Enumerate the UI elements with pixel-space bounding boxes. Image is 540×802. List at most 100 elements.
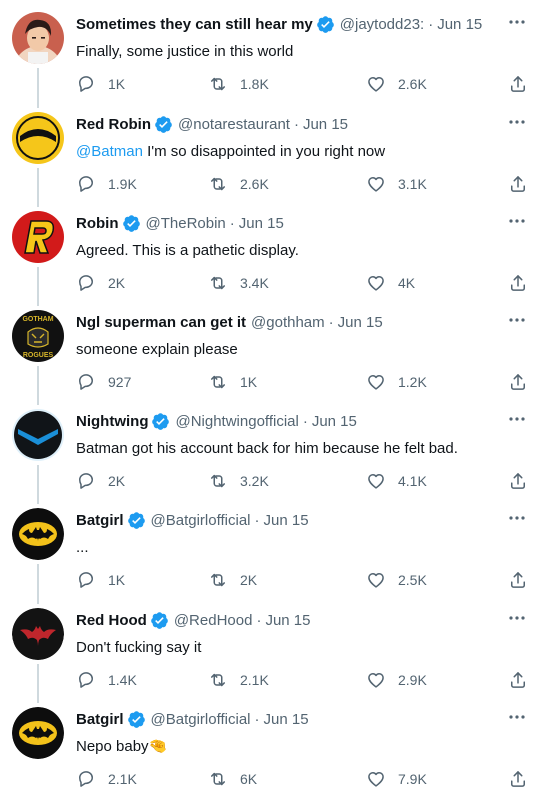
- retweet-icon: [208, 74, 240, 94]
- tweet-timestamp[interactable]: Jun 15: [437, 16, 482, 33]
- user-handle[interactable]: @RedHood: [174, 612, 253, 629]
- display-name[interactable]: Red Hood: [76, 612, 147, 629]
- display-name[interactable]: Ngl superman can get it: [76, 314, 246, 331]
- red-robin-avatar[interactable]: [12, 112, 64, 164]
- verified-badge-icon: [127, 511, 146, 530]
- user-handle[interactable]: @Batgirlofficial: [151, 512, 251, 529]
- display-name[interactable]: Robin: [76, 215, 119, 232]
- tweet[interactable]: Sometimes they can still hear my @jaytod…: [0, 0, 540, 99]
- retweet-button[interactable]: 6K: [208, 769, 257, 789]
- retweet-button[interactable]: 1K: [208, 372, 257, 392]
- reply-button[interactable]: 1K: [76, 570, 125, 590]
- robin-avatar[interactable]: [12, 211, 64, 263]
- user-handle[interactable]: @TheRobin: [146, 215, 226, 232]
- tweet-timestamp[interactable]: Jun 15: [338, 314, 383, 331]
- tweet[interactable]: Batgirl @Batgirlofficial · Jun 15 Nepo b…: [0, 695, 540, 794]
- like-button[interactable]: 1.2K: [366, 372, 427, 392]
- share-button[interactable]: [508, 174, 528, 194]
- retweet-button[interactable]: 2.6K: [208, 174, 269, 194]
- reply-button[interactable]: 927: [76, 372, 131, 392]
- retweet-button[interactable]: 3.4K: [208, 273, 269, 293]
- share-button[interactable]: [508, 769, 528, 789]
- share-button[interactable]: [508, 570, 528, 590]
- display-name[interactable]: Batgirl: [76, 512, 124, 529]
- reply-button[interactable]: 2.1K: [76, 769, 137, 789]
- batgirl-avatar[interactable]: [12, 707, 64, 759]
- reply-count: 1K: [108, 572, 126, 588]
- tweet-timestamp[interactable]: Jun 15: [265, 612, 310, 629]
- tweet-header: Batgirl @Batgirlofficial · Jun 15: [76, 709, 496, 729]
- like-button[interactable]: 4.1K: [366, 471, 427, 491]
- more-options-icon[interactable]: [508, 114, 526, 130]
- tweet[interactable]: Robin @TheRobin · Jun 15 Agreed. This is…: [0, 199, 540, 298]
- tweet-actions: 2.1K 6K 7.9K: [76, 769, 528, 791]
- more-options-icon[interactable]: [508, 213, 526, 229]
- tweet-header: Sometimes they can still hear my @jaytod…: [76, 14, 496, 34]
- jay-todd-avatar[interactable]: [12, 12, 64, 64]
- tweet-timestamp[interactable]: Jun 15: [312, 413, 357, 430]
- tweet-timestamp[interactable]: Jun 15: [303, 116, 348, 133]
- more-options-icon[interactable]: [508, 411, 526, 427]
- user-handle[interactable]: @jaytodd23:: [340, 16, 424, 33]
- tweet-timestamp[interactable]: Jun 15: [264, 711, 309, 728]
- tweet-timestamp[interactable]: Jun 15: [239, 215, 284, 232]
- nightwing-avatar[interactable]: [12, 409, 64, 461]
- tweet-text: Nepo baby🤏: [76, 738, 168, 755]
- gotham-rogues-avatar[interactable]: GOTHAM ROGUES: [12, 310, 64, 362]
- tweet[interactable]: Batgirl @Batgirlofficial · Jun 15 ... 1K…: [0, 496, 540, 595]
- display-name[interactable]: Nightwing: [76, 413, 148, 430]
- tweet-text: Batman got his account back for him beca…: [76, 440, 458, 457]
- display-name[interactable]: Sometimes they can still hear my: [76, 16, 313, 33]
- share-button[interactable]: [508, 670, 528, 690]
- user-handle[interactable]: @gothham: [251, 314, 325, 331]
- reply-icon: [76, 74, 108, 94]
- retweet-button[interactable]: 1.8K: [208, 74, 269, 94]
- user-handle[interactable]: @Nightwingofficial: [175, 413, 298, 430]
- share-button[interactable]: [508, 273, 528, 293]
- retweet-button[interactable]: 3.2K: [208, 471, 269, 491]
- tweet-text: ...: [76, 539, 89, 556]
- like-button[interactable]: 4K: [366, 273, 415, 293]
- like-button[interactable]: 2.6K: [366, 74, 427, 94]
- reply-button[interactable]: 2K: [76, 273, 125, 293]
- share-button[interactable]: [508, 471, 528, 491]
- reply-count: 1.9K: [108, 176, 137, 192]
- reply-button[interactable]: 1K: [76, 74, 125, 94]
- verified-badge-icon: [151, 412, 170, 431]
- red-hood-avatar[interactable]: [12, 608, 64, 660]
- more-options-icon[interactable]: [508, 312, 526, 328]
- reply-button[interactable]: 1.4K: [76, 670, 137, 690]
- display-name[interactable]: Red Robin: [76, 116, 151, 133]
- share-button[interactable]: [508, 74, 528, 94]
- more-options-icon[interactable]: [508, 610, 526, 626]
- reply-icon: [76, 273, 108, 293]
- tweet[interactable]: Red Robin @notarestaurant · Jun 15 @Batm…: [0, 100, 540, 199]
- like-button[interactable]: 3.1K: [366, 174, 427, 194]
- like-button[interactable]: 7.9K: [366, 769, 427, 789]
- reply-button[interactable]: 1.9K: [76, 174, 137, 194]
- reply-button[interactable]: 2K: [76, 471, 125, 491]
- display-name[interactable]: Batgirl: [76, 711, 124, 728]
- like-button[interactable]: 2.9K: [366, 670, 427, 690]
- retweet-button[interactable]: 2K: [208, 570, 257, 590]
- user-handle[interactable]: @notarestaurant: [178, 116, 290, 133]
- like-button[interactable]: 2.5K: [366, 570, 427, 590]
- like-count: 4.1K: [398, 473, 427, 489]
- more-options-icon[interactable]: [508, 14, 526, 30]
- user-handle[interactable]: @Batgirlofficial: [151, 711, 251, 728]
- retweet-button[interactable]: 2.1K: [208, 670, 269, 690]
- tweet[interactable]: Red Hood @RedHood · Jun 15 Don't fucking…: [0, 596, 540, 695]
- retweet-count: 2.6K: [240, 176, 269, 192]
- more-options-icon[interactable]: [508, 709, 526, 725]
- tweet[interactable]: Nightwing @Nightwingofficial · Jun 15 Ba…: [0, 397, 540, 496]
- tweet-timestamp[interactable]: Jun 15: [264, 512, 309, 529]
- share-button[interactable]: [508, 372, 528, 392]
- tweet[interactable]: GOTHAM ROGUES Ngl superman can get it @go…: [0, 298, 540, 397]
- more-options-icon[interactable]: [508, 510, 526, 526]
- mention-link[interactable]: @Batman: [76, 143, 143, 160]
- reply-count: 2K: [108, 275, 126, 291]
- batgirl-avatar[interactable]: [12, 508, 64, 560]
- avatar-text-bottom: ROGUES: [23, 352, 54, 359]
- reply-count: 1.4K: [108, 672, 137, 688]
- heart-icon: [366, 74, 398, 94]
